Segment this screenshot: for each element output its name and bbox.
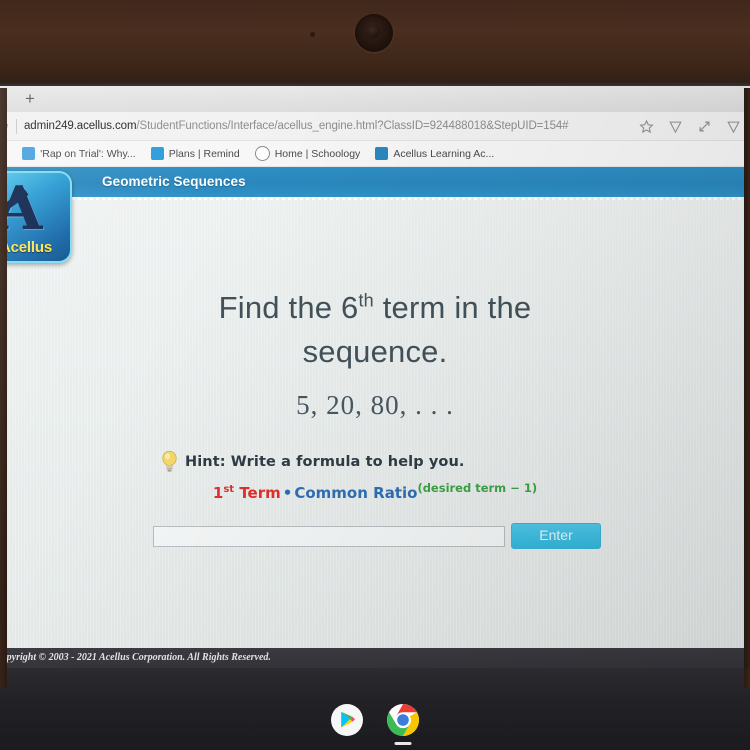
copyright-text: Copyright © 2003 - 2021 Acellus Corporat…	[0, 652, 271, 663]
formula-hint: 1st Term • Common Ratio(desired term − 1)	[125, 481, 625, 502]
acellus-page: Geometric Sequences A Acellus Find the 6…	[0, 167, 750, 668]
question-body: Find the 6th term in the sequence. 5, 20…	[0, 201, 750, 668]
shield-icon[interactable]	[668, 119, 683, 134]
share-icon[interactable]	[697, 119, 712, 134]
answer-row: Enter	[153, 523, 601, 549]
formula-first-term-word: Term	[234, 484, 281, 502]
url-text[interactable]: admin249.acellus.com/StudentFunctions/In…	[24, 120, 639, 132]
hint-text: Hint: Write a formula to help you.	[185, 453, 465, 470]
acellus-logo[interactable]: A Acellus	[0, 171, 72, 263]
answer-input[interactable]	[153, 525, 505, 547]
page-title: Geometric Sequences	[102, 174, 246, 189]
laptop-bezel-left	[0, 88, 7, 688]
lesson-header-bar: Geometric Sequences	[0, 167, 750, 197]
formula-operator: •	[282, 484, 293, 502]
url-host: admin249.acellus.com	[24, 120, 137, 132]
star-icon[interactable]	[639, 119, 654, 134]
bookmark-item[interactable]: Acellus Learning Ac...	[375, 147, 494, 160]
url-path: /StudentFunctions/Interface/acellus_engi…	[136, 120, 569, 132]
hint-row: Hint: Write a formula to help you.	[160, 449, 465, 474]
browser-window: + e admin249.acellus.com/StudentFunction…	[0, 86, 750, 668]
acellus-icon	[375, 147, 389, 160]
question-line1-before: Find the 6	[218, 290, 359, 325]
schoology-icon	[254, 146, 270, 161]
browser-omnibox[interactable]: e admin249.acellus.com/StudentFunctions/…	[0, 112, 750, 141]
laptop-bezel-right	[744, 88, 750, 688]
new-tab-button[interactable]: +	[20, 89, 40, 109]
chrome-icon[interactable]	[386, 703, 420, 745]
sequence-values: 5, 20, 80, . . .	[296, 390, 454, 420]
enter-button[interactable]: Enter	[511, 523, 601, 549]
reader-icon	[22, 147, 36, 160]
shield-icon[interactable]	[726, 119, 741, 134]
play-store-icon[interactable]	[330, 703, 364, 737]
omnibox-actions	[639, 119, 750, 134]
bookmark-label: Acellus Learning Ac...	[393, 147, 495, 160]
chrome-active-indicator	[394, 742, 412, 745]
bookmark-item[interactable]: Plans | Remind	[150, 147, 240, 160]
formula-exponent: (desired term − 1)	[417, 481, 538, 495]
acellus-logo-text: Acellus	[0, 239, 52, 256]
bookmark-label: 'Rap on Trial': Why...	[40, 147, 136, 160]
bookmark-item[interactable]: Home | Schoology	[254, 146, 361, 161]
laptop-photo: + e admin249.acellus.com/StudentFunction…	[0, 0, 750, 750]
bookmark-item[interactable]: 'Rap on Trial': Why...	[22, 147, 136, 160]
browser-tabstrip: +	[0, 86, 750, 112]
page-footer: Copyright © 2003 - 2021 Acellus Corporat…	[0, 648, 750, 668]
laptop-bezel-top	[0, 0, 750, 88]
question-prompt: Find the 6th term in the sequence.	[125, 286, 625, 374]
remind-icon	[150, 147, 164, 160]
omnibox-divider	[16, 118, 17, 134]
bookmark-label: Plans | Remind	[168, 147, 240, 160]
formula-common-ratio: Common Ratio	[294, 484, 418, 502]
question-ordinal-suffix: th	[358, 290, 374, 311]
question-line2: sequence.	[302, 334, 448, 370]
bookmarks-bar: k 'Rap on Trial': Why... Plans | Remind …	[0, 141, 750, 167]
header-dotted-divider	[60, 197, 750, 200]
webcam-icon	[355, 14, 393, 52]
formula-first-term: 1st Term	[213, 484, 281, 502]
lightbulb-icon	[162, 450, 177, 472]
microphone-icon	[310, 32, 315, 37]
formula-first-term-number: 1	[212, 484, 224, 502]
formula-first-term-ordinal: st	[223, 484, 235, 495]
os-shelf	[0, 690, 750, 750]
question-line1-after: term in the	[373, 290, 532, 325]
bookmark-label: Home | Schoology	[274, 147, 361, 160]
